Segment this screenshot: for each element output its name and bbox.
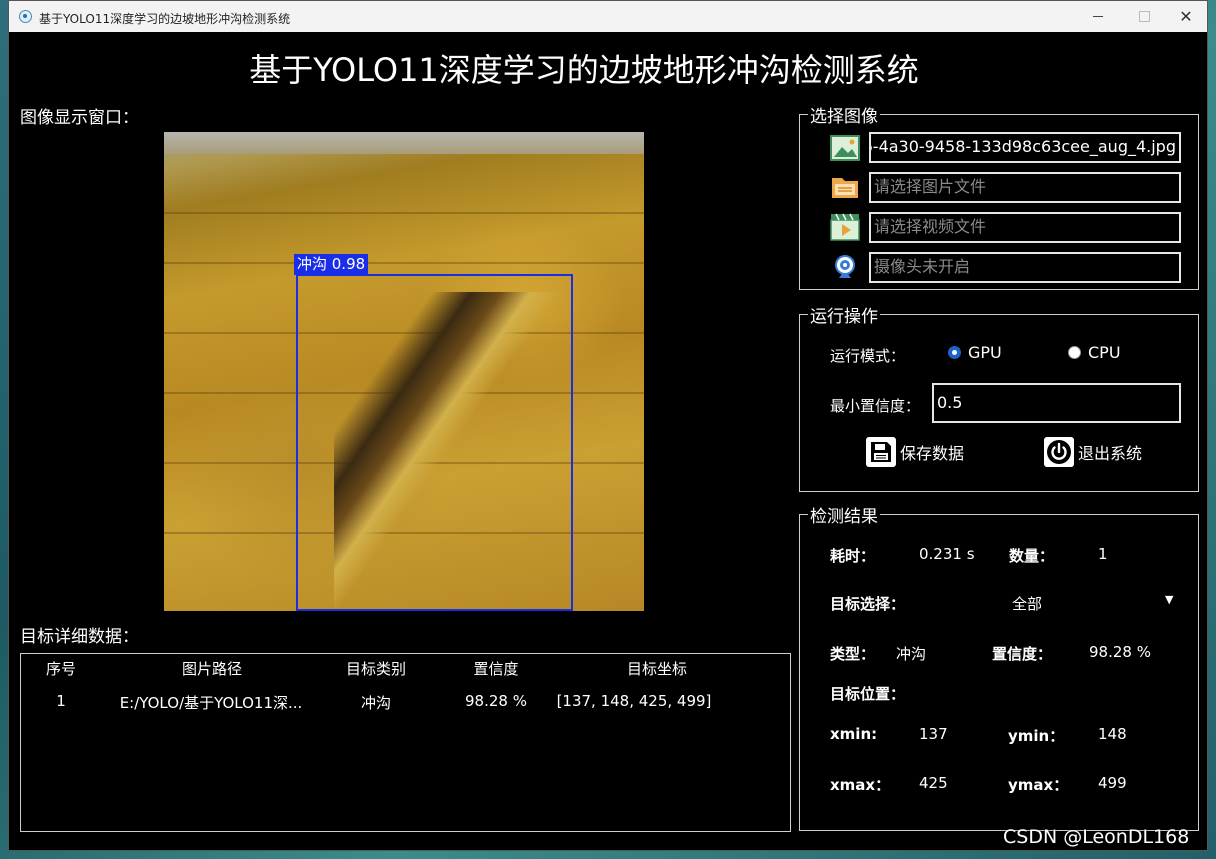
- type-value: 冲沟: [896, 645, 927, 663]
- app-icon: [19, 10, 32, 23]
- main-window: 基于YOLO11深度学习的边坡地形冲沟检测系统 ✕ 基于YOLO11深度学习的边…: [8, 0, 1208, 851]
- col-header-coords: 目标坐标: [626, 660, 688, 678]
- min-conf-input[interactable]: 0.5: [932, 383, 1181, 423]
- gpu-radio[interactable]: GPU: [948, 343, 1002, 362]
- image-path-field[interactable]: 866-4a30-9458-133d98c63cee_aug_4.jpg: [869, 132, 1181, 163]
- cell-index: 1: [56, 692, 66, 710]
- count-value: 1: [1098, 545, 1108, 563]
- detection-label: 冲沟 0.98: [294, 254, 369, 275]
- target-select-label: 目标选择：: [830, 595, 906, 613]
- save-icon: [866, 437, 896, 467]
- xmax-value: 425: [919, 774, 948, 792]
- cpu-radio[interactable]: CPU: [1068, 343, 1121, 362]
- ymax-label: ymax：: [1008, 776, 1069, 794]
- ymin-value: 148: [1098, 725, 1127, 743]
- image-icon[interactable]: [830, 133, 860, 163]
- image-panel-label: 图像显示窗口：: [20, 108, 139, 128]
- count-label: 数量：: [1009, 547, 1055, 565]
- close-button[interactable]: ✕: [1163, 1, 1207, 32]
- xmin-label: xmin:: [830, 725, 878, 743]
- target-select-value: 全部: [1012, 595, 1043, 613]
- exit-system-button[interactable]: 退出系统: [1044, 437, 1142, 467]
- chevron-down-icon: ▼: [1165, 593, 1174, 606]
- run-operation-title: 运行操作: [808, 302, 880, 327]
- watermark: CSDN @LeonDL168: [1003, 826, 1190, 848]
- exit-system-label: 退出系统: [1078, 444, 1143, 463]
- detection-result-title: 检测结果: [808, 502, 880, 527]
- cpu-radio-label: CPU: [1088, 343, 1121, 362]
- video-file-input[interactable]: 请选择视频文件: [869, 212, 1181, 243]
- power-icon: [1044, 437, 1074, 467]
- camera-icon[interactable]: [830, 252, 860, 282]
- image-sky: [164, 132, 644, 154]
- detection-box: [296, 274, 573, 611]
- time-value: 0.231 s: [919, 545, 975, 563]
- cell-coords: [137, 148, 425, 499]: [556, 692, 712, 710]
- ymax-value: 499: [1098, 774, 1127, 792]
- page-title: 基于YOLO11深度学习的边坡地形冲沟检测系统: [249, 51, 919, 89]
- col-header-index: 序号: [45, 660, 77, 678]
- video-icon[interactable]: [830, 212, 860, 242]
- select-image-group: 选择图像 866-4a30-9458-133d98c63cee_aug_4.jp…: [799, 102, 1199, 290]
- cell-path: E:/YOLO/基于YOLO11深...: [119, 694, 303, 712]
- save-data-button[interactable]: 保存数据: [866, 437, 964, 467]
- maximize-button[interactable]: [1121, 1, 1167, 32]
- type-label: 类型：: [830, 645, 876, 663]
- select-image-title: 选择图像: [808, 102, 880, 127]
- run-operation-group: 运行操作 运行模式： GPU CPU 最小置信度： 0.5 保存数据 退出系统: [799, 302, 1199, 492]
- min-conf-label: 最小置信度：: [830, 397, 921, 415]
- save-data-label: 保存数据: [900, 444, 965, 463]
- detection-result-group: 检测结果 耗时： 0.231 s 数量： 1 目标选择： 全部 ▼ 类型： 冲沟…: [799, 502, 1199, 831]
- confidence-label: 置信度：: [992, 645, 1053, 663]
- gpu-radio-dot[interactable]: [948, 346, 961, 359]
- details-label: 目标详细数据：: [20, 627, 139, 647]
- target-position-label: 目标位置：: [830, 685, 906, 703]
- gpu-radio-label: GPU: [968, 343, 1002, 362]
- minimize-button[interactable]: [1075, 1, 1121, 32]
- col-header-confidence: 置信度: [473, 660, 519, 678]
- camera-status-field[interactable]: 摄像头未开启: [869, 252, 1181, 283]
- cell-confidence: 98.28 %: [465, 692, 527, 710]
- title-bar: 基于YOLO11深度学习的边坡地形冲沟检测系统 ✕: [9, 1, 1207, 32]
- xmin-value: 137: [919, 725, 948, 743]
- detection-image: 冲沟 0.98: [164, 132, 644, 611]
- time-label: 耗时：: [830, 547, 876, 565]
- cpu-radio-dot[interactable]: [1068, 346, 1081, 359]
- image-file-input[interactable]: 请选择图片文件: [869, 172, 1181, 203]
- col-header-class: 目标类别: [345, 660, 407, 678]
- xmax-label: xmax：: [830, 776, 891, 794]
- cell-class: 冲沟: [360, 694, 392, 712]
- details-table: 序号 图片路径 目标类别 置信度 目标坐标 1 E:/YOLO/基于YOLO11…: [20, 653, 791, 832]
- ymin-label: ymin：: [1008, 727, 1065, 745]
- col-header-path: 图片路径: [181, 660, 243, 678]
- confidence-value: 98.28 %: [1089, 643, 1151, 661]
- run-mode-label: 运行模式：: [830, 347, 906, 365]
- folder-icon[interactable]: [830, 172, 860, 202]
- window-title: 基于YOLO11深度学习的边坡地形冲沟检测系统: [39, 12, 291, 26]
- target-select-dropdown[interactable]: 全部 ▼: [950, 587, 1180, 617]
